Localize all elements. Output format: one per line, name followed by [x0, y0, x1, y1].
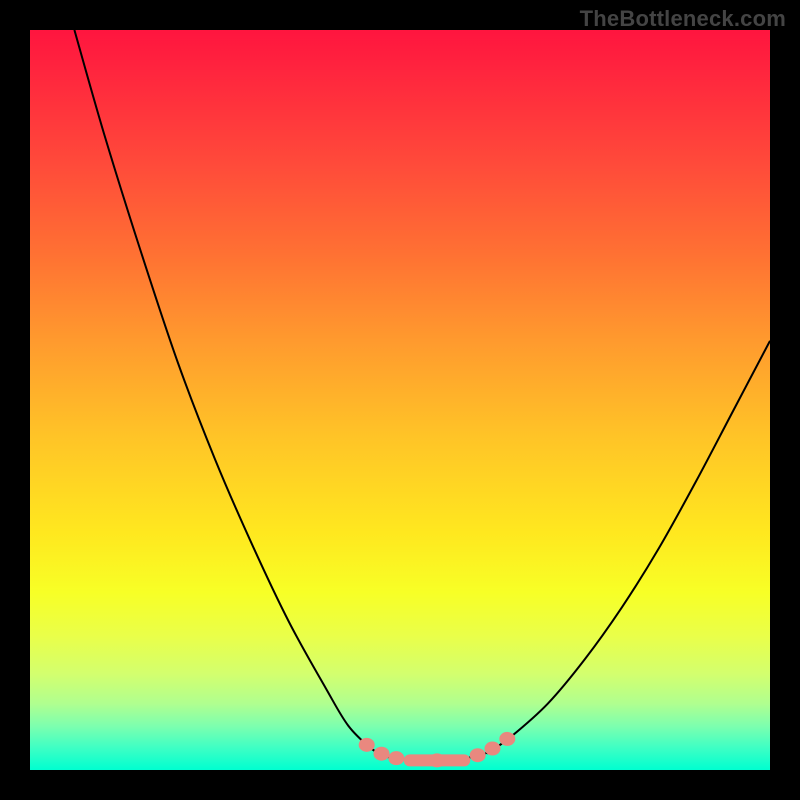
valley-marker — [485, 742, 501, 756]
valley-marker — [499, 732, 515, 746]
valley-marker — [374, 747, 390, 761]
chart-frame: TheBottleneck.com — [0, 0, 800, 800]
curve-layer — [30, 30, 770, 770]
source-watermark: TheBottleneck.com — [580, 6, 786, 32]
valley-marker — [388, 751, 404, 765]
plot-area — [30, 30, 770, 770]
valley-marker — [429, 753, 445, 767]
bottleneck-curve — [74, 30, 770, 760]
valley-marker — [470, 748, 486, 762]
valley-marker — [359, 738, 375, 752]
